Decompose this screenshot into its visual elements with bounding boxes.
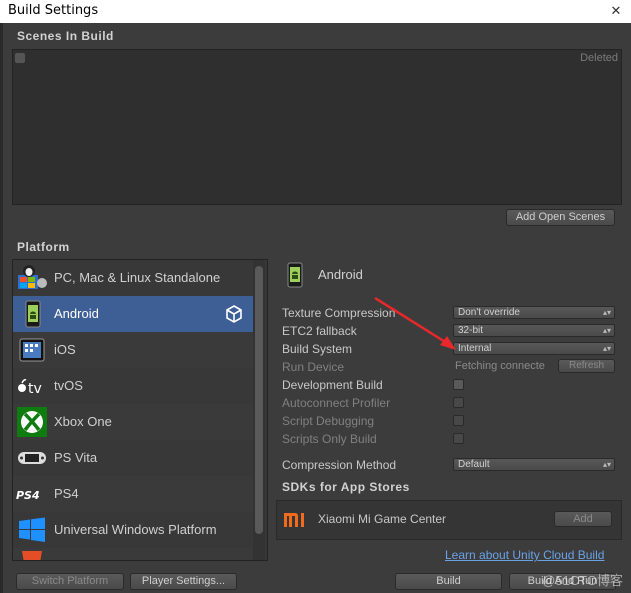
platform-title: Android — [318, 267, 363, 282]
psvita-icon — [16, 443, 48, 473]
dropdown-value: Don't override — [458, 307, 520, 318]
build-system-dropdown[interactable]: Internal ▴▾ — [453, 342, 615, 355]
updown-arrow-icon: ▴▾ — [602, 344, 611, 353]
platform-label: PC, Mac & Linux Standalone — [54, 270, 221, 285]
window-edge — [0, 23, 3, 593]
autoconnect-profiler-label: Autoconnect Profiler — [282, 396, 391, 410]
windows-icon — [16, 515, 48, 545]
platform-item-ios[interactable]: iOS — [13, 332, 253, 368]
platform-label: PS Vita — [54, 450, 98, 465]
sdk-header: SDKs for App Stores — [282, 480, 410, 494]
compression-method-dropdown[interactable]: Default ▴▾ — [453, 458, 615, 471]
platform-label: Universal Windows Platform — [54, 522, 217, 537]
scene-checkbox[interactable] — [15, 53, 25, 63]
script-debugging-checkbox[interactable] — [453, 415, 464, 426]
sdk-item-xiaomi: Xiaomi Mi Game Center Add — [276, 500, 622, 540]
annotation-arrow — [374, 296, 456, 350]
xbox-icon — [16, 407, 48, 437]
platform-item-tvos[interactable]: tv tvOS — [13, 368, 253, 404]
android-icon — [285, 262, 305, 288]
platform-label: PS4 — [54, 486, 79, 501]
platform-label: Android — [54, 306, 99, 321]
xiaomi-mi-icon — [283, 511, 307, 529]
updown-arrow-icon: ▴▾ — [602, 326, 611, 335]
autoconnect-profiler-checkbox[interactable] — [453, 397, 464, 408]
platform-header: Platform — [17, 240, 70, 254]
ps4-icon: PS4 — [16, 479, 48, 509]
platform-item-uwp[interactable]: Universal Windows Platform — [13, 512, 253, 548]
platform-item-ps4[interactable]: PS4 PS4 — [13, 476, 253, 512]
deleted-label: Deleted — [580, 52, 618, 64]
updown-arrow-icon: ▴▾ — [602, 460, 611, 469]
window-title: Build Settings — [8, 3, 99, 18]
platform-list[interactable]: PC, Mac & Linux Standalone Android iOS t… — [12, 259, 268, 561]
platform-item-webgl[interactable] — [13, 548, 253, 560]
scenes-header: Scenes In Build — [17, 29, 114, 43]
sdk-add-button[interactable]: Add — [554, 511, 612, 527]
scrollbar-thumb[interactable] — [255, 266, 263, 534]
watermark: @51CTO博客 — [542, 573, 623, 588]
add-open-scenes-button[interactable]: Add Open Scenes — [506, 209, 615, 226]
updown-arrow-icon: ▴▾ — [602, 308, 611, 317]
script-debugging-label: Script Debugging — [282, 414, 375, 428]
appletv-icon: tv — [16, 371, 48, 401]
build-system-label: Build System — [282, 342, 353, 356]
pc-mac-linux-icon — [16, 263, 48, 293]
development-build-checkbox[interactable] — [453, 379, 464, 390]
unity-logo-icon — [225, 305, 243, 323]
scripts-only-build-label: Scripts Only Build — [282, 432, 377, 446]
svg-text:tv: tv — [28, 381, 42, 397]
development-build-label: Development Build — [282, 378, 383, 392]
platform-item-psvita[interactable]: PS Vita — [13, 440, 253, 476]
compression-method-label: Compression Method — [282, 458, 397, 472]
run-device-value: Fetching connecte — [455, 360, 545, 372]
texture-compression-dropdown[interactable]: Don't override ▴▾ — [453, 306, 615, 319]
svg-text:PS4: PS4 — [16, 489, 40, 502]
scenes-list[interactable]: Deleted — [12, 49, 622, 205]
refresh-button[interactable]: Refresh — [558, 359, 615, 373]
scripts-only-build-checkbox[interactable] — [453, 433, 464, 444]
platform-scrollbar[interactable] — [253, 260, 265, 560]
etc2-fallback-label: ETC2 fallback — [282, 324, 357, 338]
ios-icon — [16, 335, 48, 365]
dropdown-value: 32-bit — [458, 325, 484, 336]
html5-icon — [16, 551, 48, 560]
switch-platform-button[interactable]: Switch Platform — [16, 573, 124, 590]
etc2-fallback-dropdown[interactable]: 32-bit ▴▾ — [453, 324, 615, 337]
close-icon[interactable]: ✕ — [607, 2, 625, 20]
title-bar: Build Settings ✕ — [0, 0, 631, 23]
build-button[interactable]: Build — [395, 573, 502, 590]
run-device-label: Run Device — [282, 360, 345, 374]
cloud-build-link[interactable]: Learn about Unity Cloud Build — [445, 548, 604, 562]
dropdown-value: Default — [458, 459, 490, 470]
platform-item-android[interactable]: Android — [13, 296, 253, 332]
platform-item-xbox[interactable]: Xbox One — [13, 404, 253, 440]
sdk-item-label: Xiaomi Mi Game Center — [318, 512, 447, 526]
android-icon — [16, 299, 48, 329]
dropdown-value: Internal — [458, 343, 492, 354]
platform-label: iOS — [54, 342, 76, 357]
player-settings-button[interactable]: Player Settings... — [130, 573, 237, 590]
platform-item-standalone[interactable]: PC, Mac & Linux Standalone — [13, 260, 253, 296]
platform-label: Xbox One — [54, 414, 112, 429]
platform-label: tvOS — [54, 378, 83, 393]
